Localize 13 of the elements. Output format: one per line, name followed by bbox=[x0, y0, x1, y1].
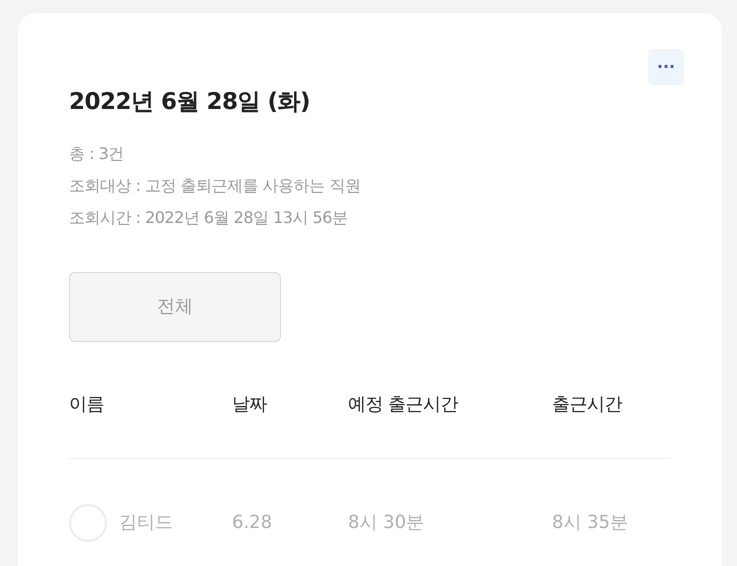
table-cell-text: 김티드 bbox=[119, 511, 173, 535]
column-header: 출근시간 bbox=[552, 394, 622, 415]
table-cell: 8시 35분 bbox=[552, 512, 628, 533]
table-cell: 8시 30분 bbox=[348, 512, 424, 533]
column-header: 예정 출근시간 bbox=[348, 394, 458, 415]
table-cell: 6.28 bbox=[232, 512, 272, 533]
info-text: 조회대상 : 고정 출퇴근제를 사용하는 직원 bbox=[69, 174, 362, 196]
more-button[interactable]: ··· bbox=[648, 49, 684, 85]
info-text: 총 : 3건 bbox=[69, 142, 125, 164]
card-title: 2022년 6월 28일 (화) bbox=[69, 88, 310, 117]
column-header: 이름 bbox=[69, 394, 104, 415]
info-text: 조회시간 : 2022년 6월 28일 13시 56분 bbox=[69, 206, 348, 228]
column-header: 날짜 bbox=[232, 394, 267, 415]
